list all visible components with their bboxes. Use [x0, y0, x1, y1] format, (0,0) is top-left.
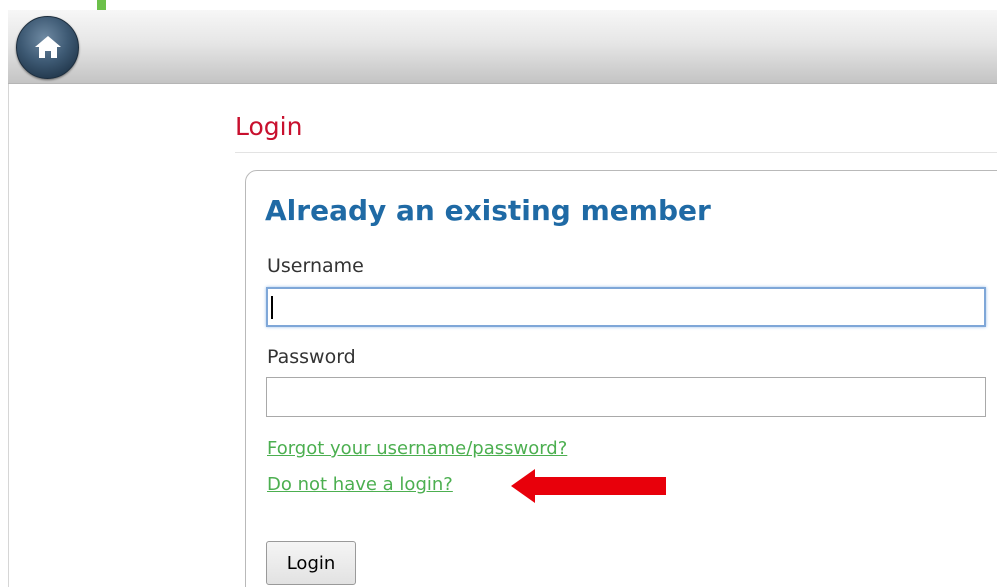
username-input[interactable] — [266, 287, 986, 327]
password-input[interactable] — [266, 377, 986, 417]
password-label: Password — [267, 346, 356, 368]
page: Login Already an existing member Usernam… — [0, 0, 997, 587]
text-caret — [271, 296, 273, 319]
existing-member-heading: Already an existing member — [265, 194, 711, 227]
register-link[interactable]: Do not have a login? — [267, 473, 453, 497]
header-bar — [8, 10, 997, 84]
username-label: Username — [267, 255, 364, 277]
title-divider — [235, 152, 997, 153]
login-button[interactable]: Login — [266, 541, 356, 585]
content-left-border — [8, 84, 9, 587]
red-arrow-annotation — [511, 469, 666, 503]
home-button[interactable] — [16, 16, 79, 79]
page-title: Login — [235, 112, 303, 141]
home-icon — [35, 36, 61, 58]
forgot-credentials-link[interactable]: Forgot your username/password? — [267, 437, 567, 461]
